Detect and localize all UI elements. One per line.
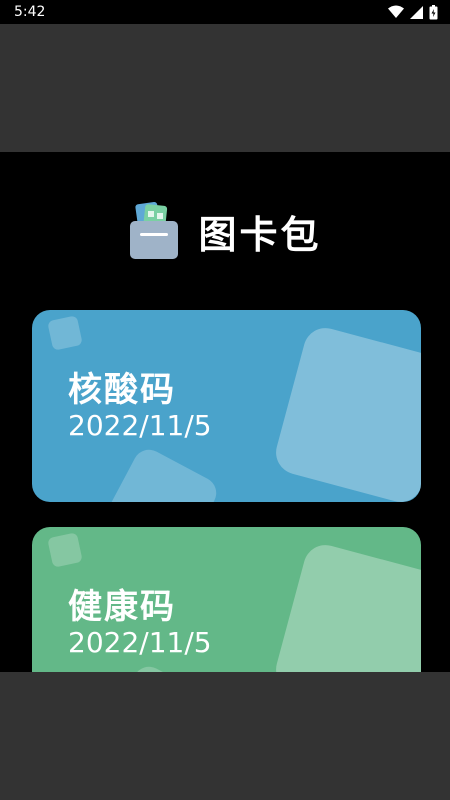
app-header: 图卡包 [0,196,450,266]
nucleic-acid-code-card[interactable]: 核酸码 2022/11/5 [32,310,421,502]
status-time: 5:42 [14,4,46,20]
card-decoration [271,323,421,502]
card-decoration [47,532,83,568]
card-date: 2022/11/5 [68,409,212,442]
card-wallet-icon [128,201,180,261]
status-icons [388,4,438,20]
card-title: 核酸码 [68,370,176,410]
wifi-icon [388,5,404,19]
screen: 5:42 图卡包 核酸码 2022/11/5 健康码 2022/11/5 [0,0,450,800]
signal-icon [410,5,423,19]
app-title: 图卡包 [198,212,322,257]
card-date: 2022/11/5 [68,626,212,659]
card-decoration [100,444,222,502]
top-overlay-band [0,24,450,152]
battery-icon [429,4,438,20]
bottom-overlay-band [0,672,450,800]
card-decoration [47,315,83,351]
card-title: 健康码 [68,587,176,627]
status-bar: 5:42 [0,0,450,24]
